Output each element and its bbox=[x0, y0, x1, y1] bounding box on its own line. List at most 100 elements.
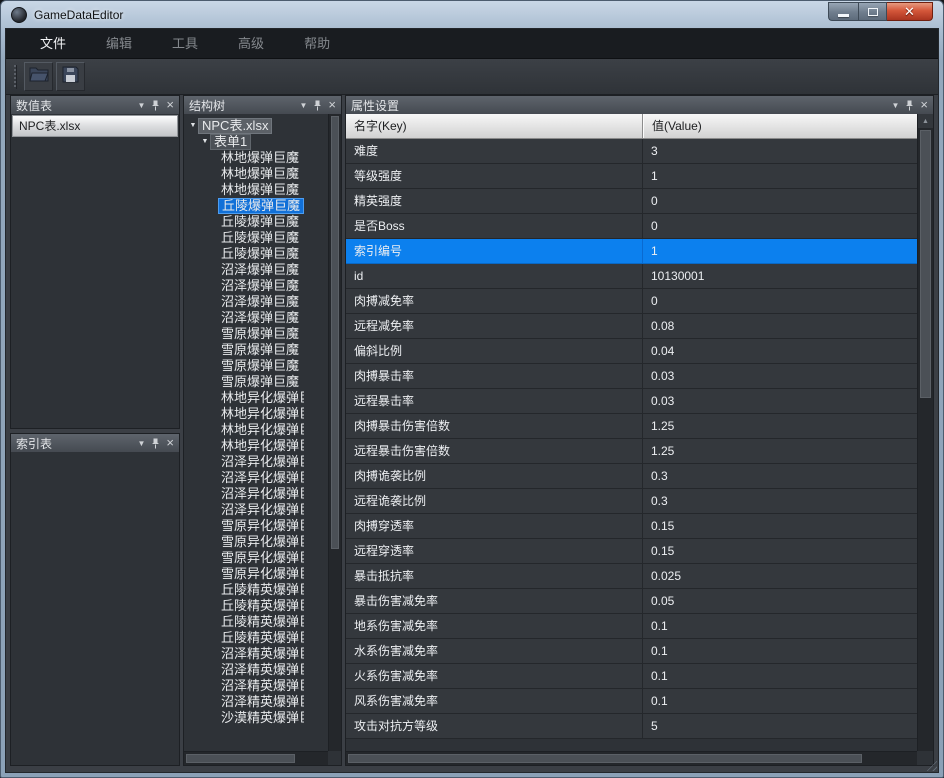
tree-item[interactable]: 沼泽爆弹巨魔 bbox=[184, 278, 328, 294]
save-button[interactable] bbox=[56, 62, 85, 91]
property-row[interactable]: 肉搏诡袭比例0.3 bbox=[346, 464, 917, 489]
property-value[interactable]: 0.03 bbox=[643, 389, 917, 413]
property-row[interactable]: 火系伤害减免率0.1 bbox=[346, 664, 917, 689]
close-panel-icon[interactable]: × bbox=[920, 100, 928, 110]
tree-item[interactable]: 沙漠精英爆弹巨 bbox=[184, 710, 328, 726]
vertical-scrollbar[interactable] bbox=[328, 114, 341, 751]
property-value[interactable]: 0.15 bbox=[643, 514, 917, 538]
property-row[interactable]: 精英强度0 bbox=[346, 189, 917, 214]
tree-item[interactable]: 丘陵精英爆弹巨 bbox=[184, 582, 328, 598]
property-row[interactable]: 肉搏暴击伤害倍数1.25 bbox=[346, 414, 917, 439]
maximize-button[interactable] bbox=[858, 2, 887, 21]
column-header-value[interactable]: 值(Value) bbox=[643, 114, 917, 138]
tree-item[interactable]: 丘陵爆弹巨魔 bbox=[184, 198, 328, 214]
tree-item[interactable]: 雪原异化爆弹巨 bbox=[184, 566, 328, 582]
menu-help[interactable]: 帮助 bbox=[284, 29, 350, 59]
tree-item[interactable]: 沼泽异化爆弹巨 bbox=[184, 486, 328, 502]
tree-item[interactable]: 沼泽爆弹巨魔 bbox=[184, 310, 328, 326]
horizontal-scrollbar[interactable] bbox=[184, 751, 328, 765]
tree-item[interactable]: 丘陵精英爆弹巨 bbox=[184, 598, 328, 614]
tree-item[interactable]: 沼泽爆弹巨魔 bbox=[184, 294, 328, 310]
pin-icon[interactable] bbox=[313, 100, 322, 111]
menu-tools[interactable]: 工具 bbox=[152, 29, 218, 59]
scroll-up-icon[interactable]: ▲ bbox=[918, 114, 933, 128]
toolbar-grip[interactable] bbox=[14, 65, 17, 89]
scrollbar-thumb[interactable] bbox=[348, 754, 862, 763]
pin-icon[interactable] bbox=[151, 100, 160, 111]
property-row[interactable]: 暴击伤害减免率0.05 bbox=[346, 589, 917, 614]
pin-icon[interactable] bbox=[151, 438, 160, 449]
tree-item[interactable]: 沼泽爆弹巨魔 bbox=[184, 262, 328, 278]
tree-item[interactable]: 丘陵爆弹巨魔 bbox=[184, 246, 328, 262]
property-value[interactable]: 0.03 bbox=[643, 364, 917, 388]
property-row[interactable]: 索引编号1 bbox=[346, 239, 917, 264]
property-row[interactable]: 风系伤害减免率0.1 bbox=[346, 689, 917, 714]
titlebar[interactable]: GameDataEditor bbox=[1, 1, 943, 28]
chevron-down-icon[interactable]: ▼ bbox=[137, 439, 145, 448]
tree-item[interactable]: 丘陵精英爆弹巨 bbox=[184, 630, 328, 646]
menu-file[interactable]: 文件 bbox=[20, 29, 86, 59]
property-row[interactable]: 肉搏穿透率0.15 bbox=[346, 514, 917, 539]
tree-item[interactable]: 沼泽异化爆弹巨 bbox=[184, 502, 328, 518]
property-value[interactable]: 10130001 bbox=[643, 264, 917, 288]
expand-arrow-icon[interactable]: ▼ bbox=[200, 134, 210, 150]
scrollbar-thumb[interactable] bbox=[186, 754, 295, 763]
tree-item[interactable]: 沼泽精英爆弹巨 bbox=[184, 694, 328, 710]
scrollbar-thumb[interactable] bbox=[331, 116, 339, 549]
property-value[interactable]: 0.1 bbox=[643, 689, 917, 713]
tree-item[interactable]: 雪原异化爆弹巨 bbox=[184, 518, 328, 534]
column-header-key[interactable]: 名字(Key) bbox=[346, 114, 643, 138]
property-row[interactable]: 远程减免率0.08 bbox=[346, 314, 917, 339]
property-value[interactable]: 1 bbox=[643, 239, 917, 263]
property-value[interactable]: 0 bbox=[643, 189, 917, 213]
tree-item[interactable]: 雪原爆弹巨魔 bbox=[184, 326, 328, 342]
property-value[interactable]: 3 bbox=[643, 139, 917, 163]
property-row[interactable]: 远程暴击伤害倍数1.25 bbox=[346, 439, 917, 464]
property-value[interactable]: 0.1 bbox=[643, 664, 917, 688]
property-value[interactable]: 0 bbox=[643, 214, 917, 238]
chevron-down-icon[interactable]: ▼ bbox=[299, 101, 307, 110]
close-button[interactable]: ✕ bbox=[887, 2, 933, 21]
property-row[interactable]: 远程穿透率0.15 bbox=[346, 539, 917, 564]
horizontal-scrollbar[interactable] bbox=[346, 751, 917, 765]
scrollbar-thumb[interactable] bbox=[920, 130, 931, 398]
property-value[interactable]: 0.025 bbox=[643, 564, 917, 588]
pin-icon[interactable] bbox=[905, 100, 914, 111]
property-value[interactable]: 0.3 bbox=[643, 489, 917, 513]
property-row[interactable]: id10130001 bbox=[346, 264, 917, 289]
property-value[interactable]: 0.05 bbox=[643, 589, 917, 613]
property-row[interactable]: 是否Boss0 bbox=[346, 214, 917, 239]
close-panel-icon[interactable]: × bbox=[328, 100, 336, 110]
property-row[interactable]: 水系伤害减免率0.1 bbox=[346, 639, 917, 664]
tree-item[interactable]: 雪原异化爆弹巨 bbox=[184, 550, 328, 566]
tree-item[interactable]: 林地异化爆弹巨 bbox=[184, 390, 328, 406]
tree-item[interactable]: 丘陵爆弹巨魔 bbox=[184, 214, 328, 230]
expand-arrow-icon[interactable]: ▼ bbox=[188, 118, 198, 134]
tree-item[interactable]: 沼泽精英爆弹巨 bbox=[184, 662, 328, 678]
tree-item[interactable]: 沼泽精英爆弹巨 bbox=[184, 646, 328, 662]
tree-item[interactable]: 林地异化爆弹巨 bbox=[184, 438, 328, 454]
tree-item[interactable]: 林地爆弹巨魔 bbox=[184, 150, 328, 166]
tree-item[interactable]: 雪原爆弹巨魔 bbox=[184, 342, 328, 358]
property-row[interactable]: 远程诡袭比例0.3 bbox=[346, 489, 917, 514]
property-row[interactable]: 等级强度1 bbox=[346, 164, 917, 189]
open-file-button[interactable] bbox=[24, 62, 53, 91]
property-value[interactable]: 0.15 bbox=[643, 539, 917, 563]
tree-root[interactable]: ▼ NPC表.xlsx bbox=[184, 118, 328, 134]
menu-advanced[interactable]: 高级 bbox=[218, 29, 284, 59]
property-value[interactable]: 0.1 bbox=[643, 614, 917, 638]
property-row[interactable]: 远程暴击率0.03 bbox=[346, 389, 917, 414]
property-row[interactable]: 地系伤害减免率0.1 bbox=[346, 614, 917, 639]
file-list-item[interactable]: NPC表.xlsx bbox=[12, 115, 178, 137]
chevron-down-icon[interactable]: ▼ bbox=[891, 101, 899, 110]
tree-item[interactable]: 沼泽异化爆弹巨 bbox=[184, 454, 328, 470]
property-value[interactable]: 0.08 bbox=[643, 314, 917, 338]
property-value[interactable]: 1 bbox=[643, 164, 917, 188]
tree-item[interactable]: 林地异化爆弹巨 bbox=[184, 422, 328, 438]
tree-sheet[interactable]: ▼ 表单1 bbox=[184, 134, 328, 150]
property-row[interactable]: 肉搏减免率0 bbox=[346, 289, 917, 314]
menu-edit[interactable]: 编辑 bbox=[86, 29, 152, 59]
tree-item[interactable]: 雪原异化爆弹巨 bbox=[184, 534, 328, 550]
close-panel-icon[interactable]: × bbox=[166, 438, 174, 448]
property-value[interactable]: 1.25 bbox=[643, 439, 917, 463]
